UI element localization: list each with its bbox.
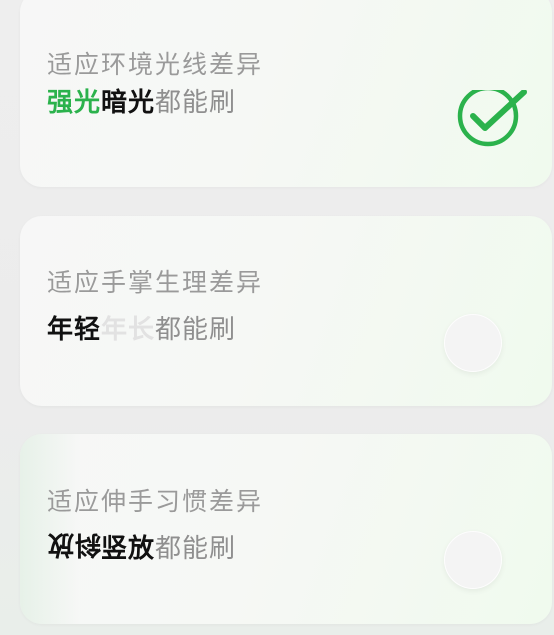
headline-flipped: 斜放 bbox=[47, 529, 102, 559]
option-headline: 年轻年长都能刷 bbox=[47, 309, 236, 346]
headline-emphasis: 年轻 bbox=[47, 315, 102, 345]
option-card-palm[interactable]: 适应手掌生理差异 年轻年长都能刷 bbox=[20, 216, 552, 406]
option-card-light[interactable]: 适应环境光线差异 强光暗光都能刷 bbox=[20, 0, 552, 187]
headline-suffix: 都能刷 bbox=[155, 534, 237, 564]
headline-emphasis: 暗光 bbox=[101, 88, 156, 118]
option-subtitle: 适应伸手习惯差异 bbox=[47, 487, 264, 516]
option-headline: 斜放竖放都能刷 bbox=[47, 528, 236, 565]
headline-suffix: 都能刷 bbox=[155, 315, 237, 345]
headline-highlight: 强光 bbox=[47, 88, 102, 118]
radio-circle-icon[interactable] bbox=[444, 531, 502, 589]
headline-suffix: 都能刷 bbox=[155, 88, 237, 118]
option-card-hand[interactable]: 适应伸手习惯差异 斜放竖放都能刷 bbox=[20, 434, 552, 624]
check-circle-icon[interactable] bbox=[440, 85, 530, 160]
radio-circle-icon[interactable] bbox=[444, 314, 502, 372]
headline-faded: 年长 bbox=[101, 315, 156, 345]
option-subtitle: 适应环境光线差异 bbox=[47, 50, 264, 79]
option-headline: 强光暗光都能刷 bbox=[47, 82, 236, 119]
option-subtitle: 适应手掌生理差异 bbox=[47, 268, 264, 297]
headline-emphasis: 竖放 bbox=[101, 534, 156, 564]
